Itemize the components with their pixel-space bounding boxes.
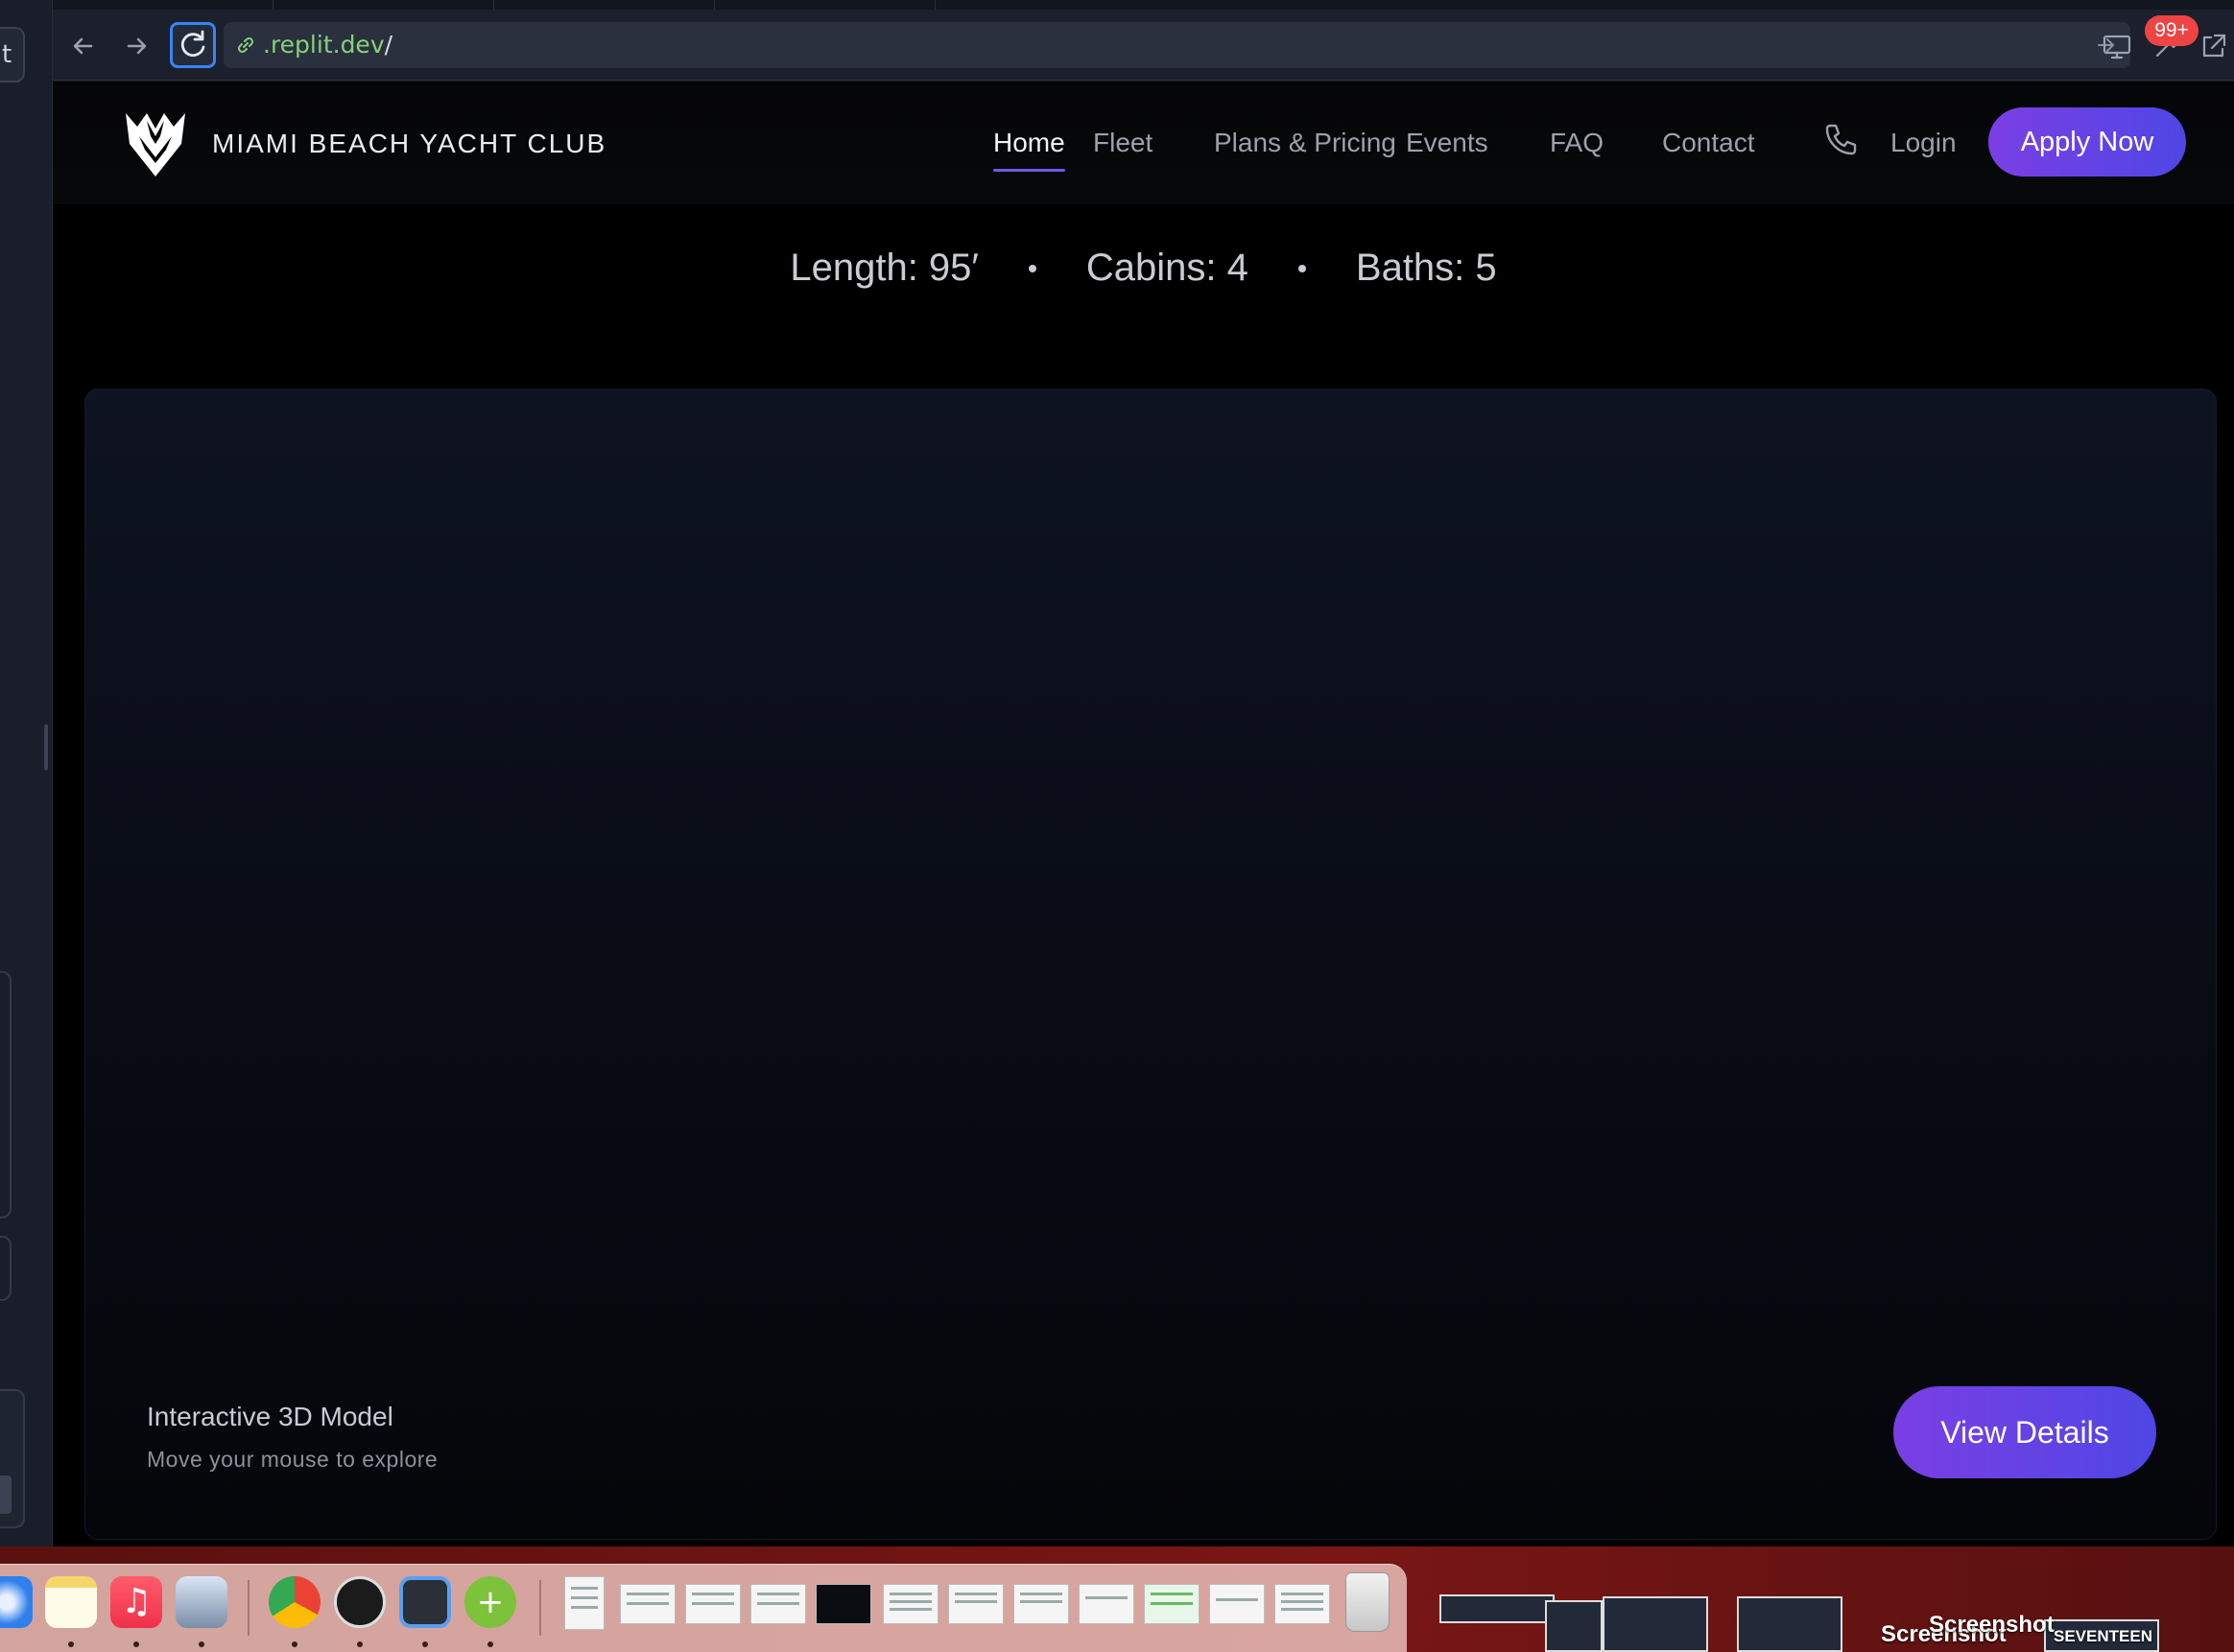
notes-icon[interactable]: [45, 1576, 97, 1628]
dock: ♫ +: [0, 1564, 1407, 1652]
desktop-file[interactable]: [1603, 1596, 1708, 1652]
viewer-title: Interactive 3D Model: [147, 1402, 393, 1431]
music-icon[interactable]: ♫: [110, 1576, 162, 1628]
side-panel-chip[interactable]: [0, 1475, 12, 1514]
trash-icon[interactable]: [1345, 1572, 1390, 1632]
yacht-specs: Length: 95′ Cabins: 4 Baths: 5: [53, 247, 2234, 304]
running-indicator: [133, 1641, 139, 1647]
yacht-club-logo-icon: [126, 113, 185, 177]
browser-tab[interactable]: [715, 0, 936, 10]
view-details-button[interactable]: View Details: [1893, 1386, 2156, 1478]
arrow-right-icon: [127, 37, 147, 55]
document-icon[interactable]: [564, 1576, 605, 1630]
webpage: MIAMI BEACH YACHT CLUB Home Fleet Plans …: [53, 82, 2234, 1546]
monitor-icon[interactable]: [2100, 29, 2134, 63]
site-header: MIAMI BEACH YACHT CLUB Home Fleet Plans …: [53, 82, 2234, 204]
external-link-icon[interactable]: [2197, 29, 2231, 63]
link-icon: [237, 36, 254, 54]
running-indicator: [292, 1641, 297, 1647]
arrow-left-icon: [73, 37, 93, 55]
separator-dot: [1028, 264, 1036, 272]
tab-strip: [53, 0, 2234, 10]
brand-name: MIAMI BEACH YACHT CLUB: [212, 129, 607, 158]
document-thumbnail-icon[interactable]: [1079, 1584, 1134, 1624]
chrome-icon[interactable]: [269, 1576, 321, 1628]
document-thumbnail-icon[interactable]: [1274, 1584, 1330, 1624]
preview-icon[interactable]: [176, 1576, 227, 1628]
spec-length: Length: 95′: [790, 247, 979, 289]
timer-app-icon[interactable]: [334, 1576, 386, 1628]
forward-button[interactable]: [115, 25, 157, 67]
viewer-subtitle: Move your mouse to explore: [147, 1447, 439, 1472]
quicktime-icon[interactable]: [399, 1576, 451, 1628]
desktop-file-label: SEVENTEEN: [2054, 1627, 2152, 1645]
reload-button[interactable]: [170, 22, 216, 68]
document-thumbnail-icon[interactable]: [883, 1584, 939, 1624]
side-panel-tab[interactable]: t: [0, 27, 25, 83]
desktop-file-label: Screenshot: [1929, 1612, 2055, 1638]
side-panel: t: [0, 0, 53, 1546]
browser-window: .replit.dev/ 99+ MIAMI BEACH YACHT CLUB …: [53, 0, 2234, 1546]
screen: t .replit.dev/ 99+ MIAMI BEACH YACHT CLU…: [0, 0, 2234, 1652]
url-text[interactable]: .replit.dev/: [263, 22, 392, 68]
dock-separator: [539, 1580, 541, 1636]
browser-tab[interactable]: [273, 0, 494, 10]
apply-now-button[interactable]: Apply Now: [1988, 107, 2186, 177]
nav-faq[interactable]: FAQ: [1550, 82, 1604, 204]
desktop-file[interactable]: [1439, 1594, 1555, 1623]
desktop-file[interactable]: [1737, 1596, 1842, 1652]
side-panel-card: [0, 1236, 12, 1301]
browser-toolbar: .replit.dev/ 99+: [53, 10, 2234, 81]
separator-dot: [1297, 264, 1306, 272]
side-panel-card: [0, 971, 12, 1218]
browser-tab[interactable]: [494, 0, 715, 10]
spec-cabins: Cabins: 4: [1085, 247, 1248, 289]
nav-plans-pricing[interactable]: Plans & Pricing: [1214, 82, 1396, 204]
screenshot-thumbnail-icon[interactable]: [816, 1584, 871, 1624]
dock-separator: [248, 1580, 250, 1636]
nav-contact[interactable]: Contact: [1662, 82, 1755, 204]
desktop-file[interactable]: [1545, 1600, 1603, 1652]
3d-model-viewer[interactable]: Interactive 3D Model Move your mouse to …: [84, 389, 2217, 1540]
brand[interactable]: MIAMI BEACH YACHT CLUB: [122, 105, 606, 183]
resize-handle[interactable]: [44, 724, 48, 770]
document-thumbnail-icon[interactable]: [1144, 1584, 1200, 1624]
stacked-files-icon[interactable]: [620, 1584, 676, 1624]
nav-fleet[interactable]: Fleet: [1093, 82, 1153, 204]
desktop-files: Screenshot Screenshot SEVENTEEN: [1430, 1583, 2234, 1652]
safari-icon[interactable]: [0, 1576, 33, 1628]
running-indicator: [487, 1641, 493, 1647]
browser-tab[interactable]: [53, 0, 273, 10]
running-indicator: [68, 1641, 74, 1647]
document-thumbnail-icon[interactable]: [1013, 1584, 1069, 1624]
stacked-files-icon[interactable]: [685, 1584, 741, 1624]
back-button[interactable]: [62, 25, 105, 67]
address-bar[interactable]: .replit.dev/: [224, 22, 2130, 68]
notification-badge: 99+: [2145, 15, 2198, 46]
cloud-upload-icon[interactable]: +: [464, 1576, 516, 1628]
side-panel-card: [0, 1389, 25, 1528]
stacked-files-icon[interactable]: [750, 1584, 806, 1624]
url-path: /: [384, 31, 393, 59]
running-indicator: [357, 1641, 363, 1647]
login-link[interactable]: Login: [1890, 82, 1957, 204]
spec-baths: Baths: 5: [1355, 247, 1497, 289]
phone-icon[interactable]: [1818, 120, 1861, 162]
document-thumbnail-icon[interactable]: [948, 1584, 1004, 1624]
running-indicator: [422, 1641, 428, 1647]
nav-events[interactable]: Events: [1406, 82, 1488, 204]
document-thumbnail-icon[interactable]: [1209, 1584, 1265, 1624]
nav-home[interactable]: Home: [993, 82, 1065, 204]
reload-icon: [180, 30, 205, 57]
running-indicator: [199, 1641, 204, 1647]
url-host: .replit.dev: [263, 31, 385, 59]
